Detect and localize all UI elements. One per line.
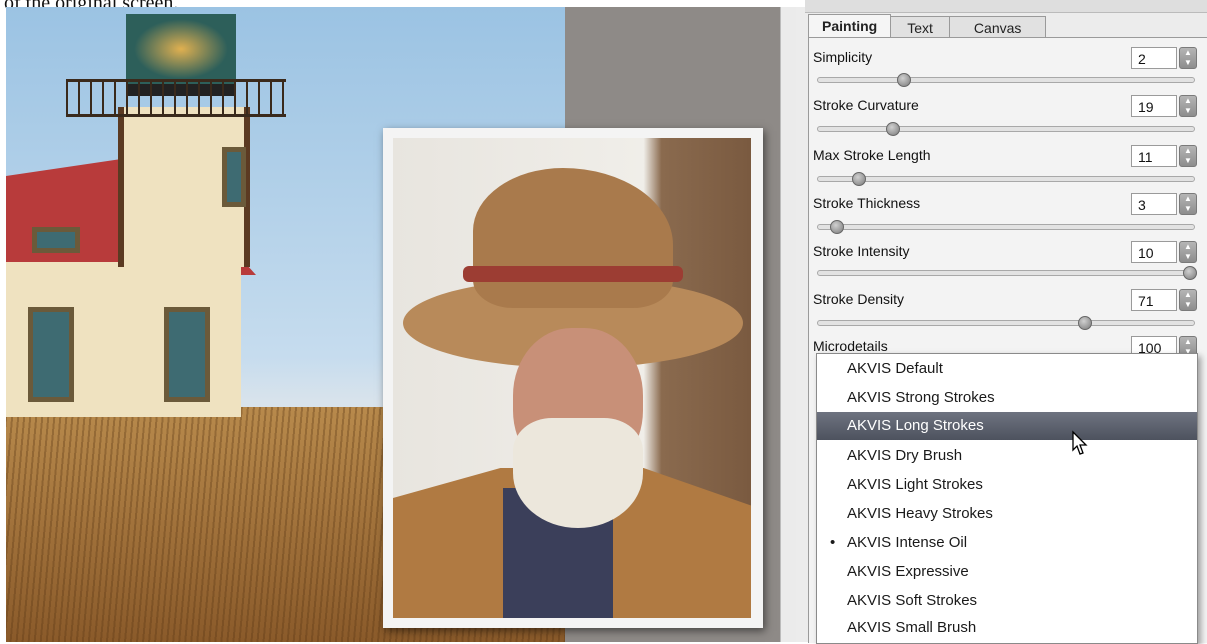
spin-arrows-icon[interactable]: ▲ ▼ <box>1179 241 1197 263</box>
param-label-simplicity: Simplicity <box>813 49 873 65</box>
spin-arrows-icon[interactable]: ▲ ▼ <box>1179 47 1197 69</box>
hat-crown <box>473 168 673 308</box>
mouse-pointer-icon <box>1072 430 1088 455</box>
preset-item[interactable]: AKVIS Strong Strokes <box>817 384 1197 412</box>
preset-item[interactable]: AKVIS Light Strokes <box>817 471 1197 499</box>
painted-portrait <box>393 138 751 618</box>
param-label-stroke-thickness: Stroke Thickness <box>813 195 921 211</box>
simplicity-slider[interactable] <box>817 73 1195 87</box>
slider-thumb[interactable] <box>1077 316 1092 330</box>
preset-label: AKVIS Small Brush <box>847 619 977 636</box>
presets-dropdown-list[interactable]: AKVIS Default AKVIS Strong Strokes AKVIS… <box>816 353 1198 644</box>
beard <box>513 418 643 528</box>
param-label-stroke-curvature: Stroke Curvature <box>813 97 919 113</box>
preset-label: AKVIS Strong Strokes <box>847 389 995 406</box>
preset-label: AKVIS Light Strokes <box>847 476 983 493</box>
max-stroke-length-slider[interactable] <box>817 172 1195 186</box>
spin-field[interactable]: 71 <box>1131 289 1177 311</box>
preset-label: AKVIS Soft Strokes <box>847 592 978 609</box>
preset-label: AKVIS Dry Brush <box>847 447 963 464</box>
spin-arrows-icon[interactable]: ▲ ▼ <box>1179 95 1197 117</box>
preset-item[interactable]: AKVIS Default <box>817 355 1197 383</box>
preset-item[interactable]: • AKVIS Intense Oil <box>817 529 1197 557</box>
vertical-scrollbar[interactable] <box>780 7 797 642</box>
hat-band <box>463 266 683 282</box>
spin-field[interactable]: 2 <box>1131 47 1177 69</box>
tab-bar: Painting Text Canvas <box>808 14 1047 39</box>
dormer-window <box>32 227 80 253</box>
spin-field[interactable]: 11 <box>1131 145 1177 167</box>
stroke-intensity-slider[interactable] <box>817 266 1198 280</box>
painted-portrait-frame <box>383 128 763 628</box>
tab-text[interactable]: Text <box>890 16 950 39</box>
stroke-thickness-slider[interactable] <box>817 220 1195 234</box>
param-label-microdetails: Microdetails <box>813 338 888 354</box>
simplicity-spinbox[interactable]: 2 ▲ ▼ <box>1131 47 1197 71</box>
spin-arrows-icon[interactable]: ▲ ▼ <box>1179 145 1197 167</box>
spin-arrows-icon[interactable]: ▲ ▼ <box>1179 193 1197 215</box>
preset-item[interactable]: AKVIS Soft Strokes <box>817 587 1197 615</box>
preset-item[interactable]: AKVIS Long Strokes <box>817 412 1197 440</box>
stroke-thickness-spinbox[interactable]: 3 ▲ ▼ <box>1131 193 1197 217</box>
max-stroke-length-spinbox[interactable]: 11 ▲ ▼ <box>1131 145 1197 169</box>
preset-label: AKVIS Expressive <box>847 563 969 580</box>
tab-canvas[interactable]: Canvas <box>948 16 1047 39</box>
preset-item[interactable]: AKVIS Heavy Strokes <box>817 500 1197 528</box>
preset-label: AKVIS Heavy Strokes <box>847 505 993 522</box>
spin-field[interactable]: 10 <box>1131 241 1177 263</box>
preset-item[interactable]: AKVIS Dry Brush <box>817 442 1197 470</box>
param-label-max-stroke-length: Max Stroke Length <box>813 147 931 163</box>
house-window <box>164 307 210 402</box>
stroke-curvature-spinbox[interactable]: 19 ▲ ▼ <box>1131 95 1197 119</box>
current-bullet-icon: • <box>830 534 836 551</box>
tab-painting[interactable]: Painting <box>808 14 892 39</box>
panel-top-scrollbar[interactable] <box>805 0 1207 13</box>
house-window <box>28 307 74 402</box>
stroke-density-spinbox[interactable]: 71 ▲ ▼ <box>1131 289 1197 313</box>
preset-item[interactable]: AKVIS Small Brush <box>817 614 1197 642</box>
param-label-stroke-intensity: Stroke Intensity <box>813 243 910 259</box>
slider-thumb[interactable] <box>829 220 844 234</box>
preset-label: AKVIS Default <box>847 360 943 377</box>
stroke-intensity-spinbox[interactable]: 10 ▲ ▼ <box>1131 241 1197 265</box>
spin-arrows-icon[interactable]: ▲ ▼ <box>1179 289 1197 311</box>
param-label-stroke-density: Stroke Density <box>813 291 905 307</box>
stroke-density-slider[interactable] <box>817 316 1195 330</box>
preset-label: AKVIS Long Strokes <box>847 417 984 434</box>
stroke-curvature-slider[interactable] <box>817 122 1195 136</box>
lighthouse-railing <box>66 79 286 117</box>
spin-field[interactable]: 19 <box>1131 95 1177 117</box>
tower-window <box>222 147 246 207</box>
preset-item[interactable]: AKVIS Expressive <box>817 558 1197 586</box>
spin-field[interactable]: 3 <box>1131 193 1177 215</box>
preset-label: AKVIS Intense Oil <box>847 534 968 551</box>
